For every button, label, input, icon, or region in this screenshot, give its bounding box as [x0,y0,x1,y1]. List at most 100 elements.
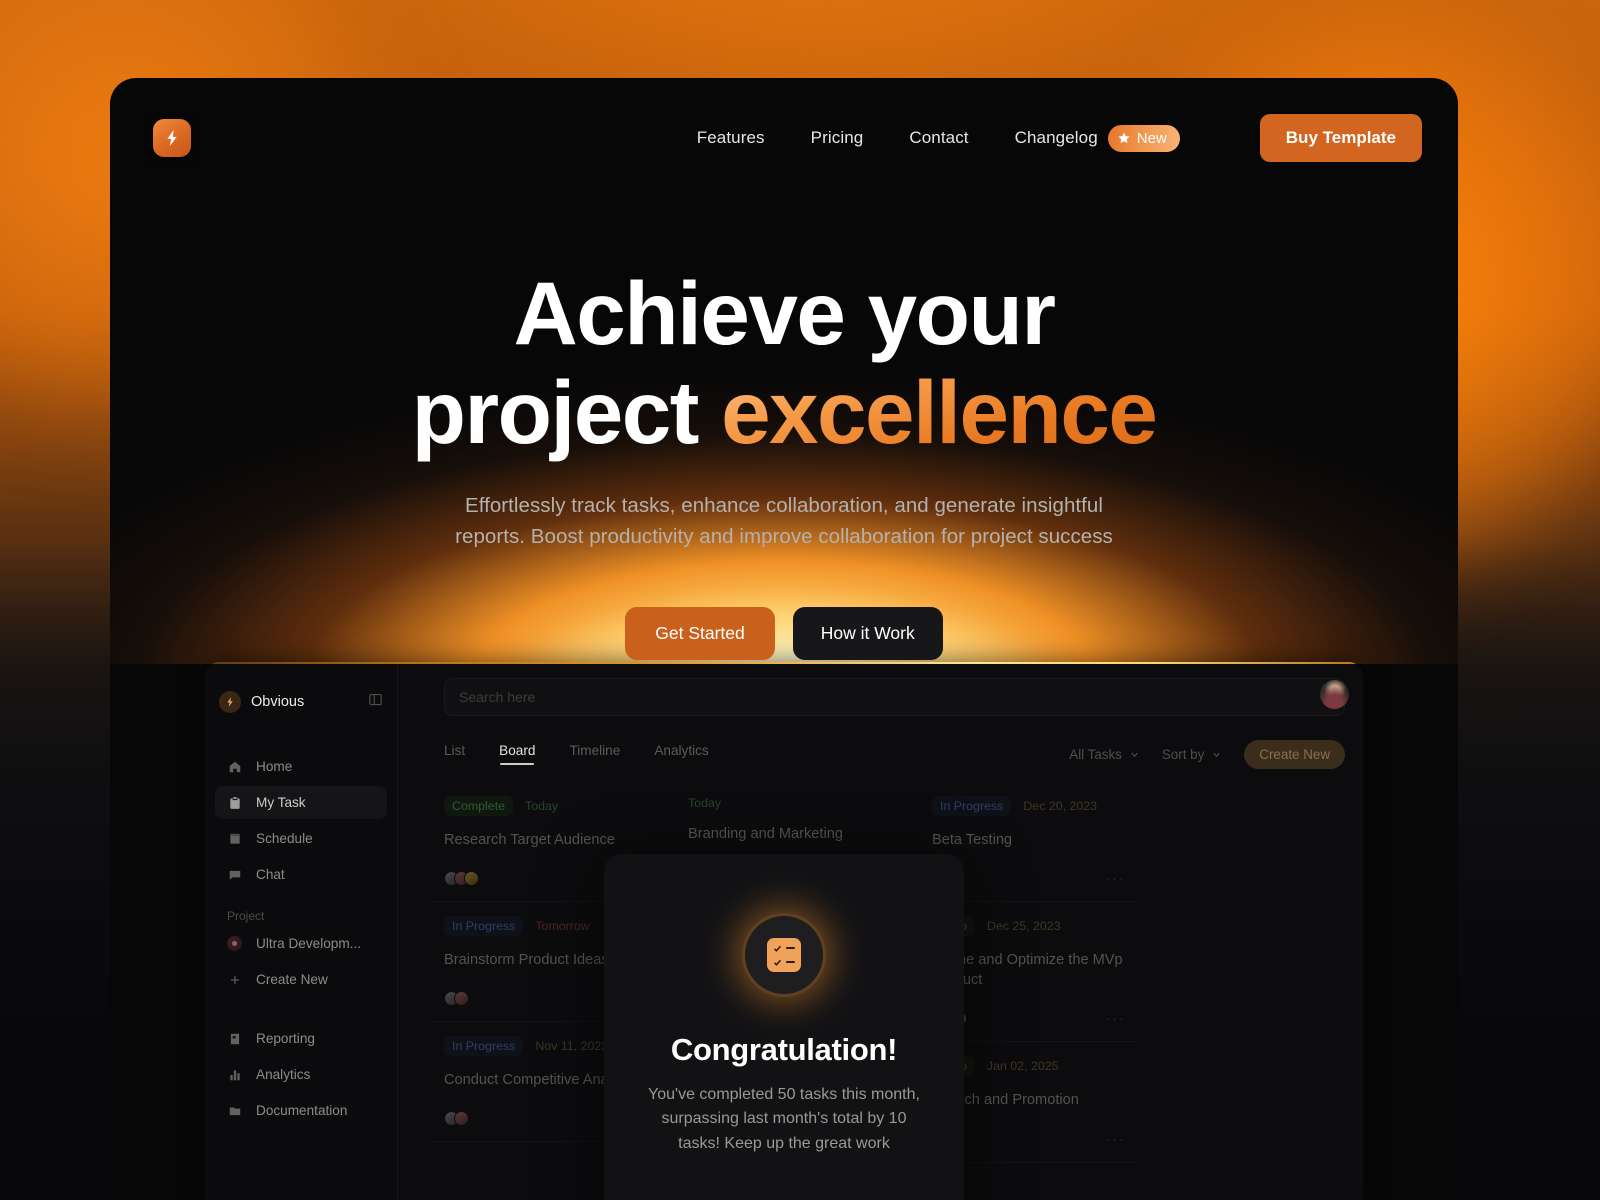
tab-analytics[interactable]: Analytics [654,743,708,765]
dashboard-brand-name: Obvious [251,694,305,710]
home-icon [227,759,242,774]
task-due-date: Tomorrow [535,919,590,934]
sidebar-item-documentation[interactable]: Documentation [215,1094,387,1127]
search-input[interactable]: Search here / [444,678,1345,716]
nav-item-contact[interactable]: Contact [909,128,968,148]
site-header: Features Pricing Contact Changelog New B… [110,78,1458,198]
folder-icon [227,1103,242,1118]
modal-title: Congratulation! [670,1032,898,1067]
status-badge: In Progress [932,796,1012,816]
sidebar-item-reporting[interactable]: Reporting [215,1022,387,1055]
sidebar-item-analytics[interactable]: Analytics [215,1058,387,1091]
assignee-avatars [444,871,479,887]
checklist-icon [767,938,801,972]
get-started-button[interactable]: Get Started [625,606,775,660]
modal-body-text: You've completed 50 tasks this month, su… [648,1086,920,1152]
sidebar-primary-group: Home My Task Schedule Chat [205,750,397,891]
hero-subheading: Effortlessly track tasks, enhance collab… [110,490,1458,552]
tab-list[interactable]: List [444,743,465,765]
task-card-meta: In Progress Dec 20, 2023 [932,796,1126,816]
project-avatar-icon [227,936,242,951]
sidebar-projects-group: Ultra Developm... Create New [205,927,397,996]
task-due-date: Nov 11, 2023 [535,1039,609,1054]
all-tasks-filter-label: All Tasks [1069,746,1122,762]
sidebar-item-chat[interactable]: Chat [215,858,387,891]
task-card-more-icon[interactable]: ··· [1105,870,1126,887]
sidebar-item-create-new-project[interactable]: Create New [215,963,387,996]
lightning-bolt-icon [167,129,177,147]
report-icon [227,1031,242,1046]
main-nav: Features Pricing Contact Changelog New B… [697,114,1422,162]
buy-template-button[interactable]: Buy Template [1259,114,1422,162]
all-tasks-filter[interactable]: All Tasks [1069,747,1140,762]
bar-chart-icon [227,1067,242,1082]
status-badge: Complete [444,796,514,816]
sidebar-secondary-group: Reporting Analytics Documentation [205,1022,397,1127]
sidebar-item-label: Create New [256,972,328,987]
headline-line-1: Achieve your [513,263,1056,363]
search-placeholder: Search here [459,689,536,705]
tab-timeline[interactable]: Timeline [569,743,620,765]
new-badge-label: New [1136,129,1167,147]
sort-by-select[interactable]: Sort by [1162,747,1222,762]
create-new-button[interactable]: Create New [1244,739,1345,769]
nav-item-changelog-group: Changelog New [1015,124,1180,152]
chevron-down-icon [1131,752,1138,757]
sidebar-item-label: Analytics [256,1067,311,1082]
sidebar-item-label: Ultra Developm... [256,936,362,951]
brand-logo[interactable] [153,119,191,157]
dashboard-tabs: List Board Timeline Analytics All Tasks … [444,739,1345,769]
status-badge: In Progress [444,916,524,937]
task-due-date: Dec 20, 2023 [1023,799,1098,813]
status-badge-new[interactable]: New [1107,124,1180,152]
task-card-more-icon[interactable]: ··· [1105,1131,1126,1148]
sidebar-item-label: Reporting [256,1031,315,1046]
headline-line-2-plain: project [411,361,722,462]
task-due-date: Dec 25, 2023 [986,919,1061,934]
hero-section: Achieve your project excellence Effortle… [110,264,1458,660]
sort-by-label: Sort by [1161,746,1205,762]
nav-item-changelog[interactable]: Changelog [1015,128,1098,148]
modal-icon-badge [745,916,823,994]
assignee-avatars [444,991,469,1007]
task-card-title: Research Target Audience [444,832,615,848]
task-due-date: Jan 02, 2025 [986,1059,1059,1074]
sidebar-item-my-task[interactable]: My Task [215,786,387,819]
task-card-meta: Complete Today [444,796,638,816]
avatar[interactable] [1320,680,1349,709]
chevron-down-icon [1213,752,1220,757]
task-card-title: Branding and Marketing [688,826,843,842]
sidebar-item-label: Schedule [256,831,313,846]
clipboard-icon [227,795,242,810]
task-card-title: Beta Testing [932,832,1013,848]
sidebar-item-ultra-development[interactable]: Ultra Developm... [215,927,387,960]
lightning-bolt-icon [227,697,233,707]
sidebar-item-schedule[interactable]: Schedule [215,822,387,855]
subhead-line-1: Effortlessly track tasks, enhance collab… [465,493,1103,517]
nav-item-features[interactable]: Features [697,128,765,148]
sidebar-item-label: Chat [256,867,285,882]
sidebar-project-caption: Project [227,909,265,923]
dashboard-brand-icon [219,691,241,713]
tab-board[interactable]: Board [499,743,535,765]
sidebar-item-label: Home [256,759,293,774]
task-due-date: Today [688,796,722,810]
task-due-date: Today [525,799,559,813]
star-icon [1118,132,1130,144]
plus-icon [227,972,242,987]
dashboard-sidebar: Obvious Home My Task Schedule Chat Proje… [205,664,398,1200]
chat-icon [227,867,242,882]
subhead-line-2: reports. Boost productivity and improve … [455,524,1113,548]
congratulation-modal: Congratulation! You've completed 50 task… [604,854,964,1200]
panel-collapse-icon[interactable] [368,692,383,712]
dashboard-toolbar: All Tasks Sort by Create New [1069,739,1345,769]
sidebar-item-home[interactable]: Home [215,750,387,783]
task-card-meta: Today [688,796,882,810]
page-title: Achieve your project excellence [110,264,1458,462]
landing-page-panel: Features Pricing Contact Changelog New B… [110,78,1458,1200]
assignee-avatars [444,1111,469,1127]
how-it-work-button[interactable]: How it Work [792,606,943,660]
sidebar-item-label: Documentation [256,1103,348,1118]
nav-item-pricing[interactable]: Pricing [811,128,864,148]
task-card-more-icon[interactable]: ··· [1105,1010,1126,1027]
